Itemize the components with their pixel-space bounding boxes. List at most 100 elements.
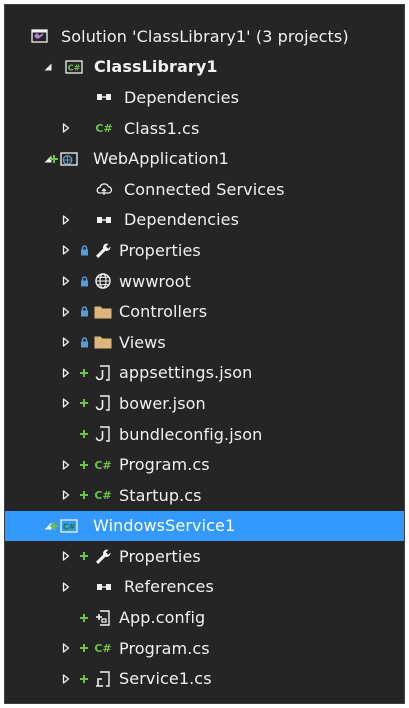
solution-tree: Solution 'ClassLibrary1' (3 projects) C#… <box>5 21 404 694</box>
tree-node-label: App.config <box>119 608 206 628</box>
pending-add-icon <box>76 602 92 633</box>
wrench-icon <box>93 541 113 572</box>
tree-node-label: appsettings.json <box>119 363 253 383</box>
config-file-icon <box>93 602 113 633</box>
tree-node-label: Properties <box>119 546 201 566</box>
tree-node[interactable]: C# ClassLibrary1 <box>5 52 404 83</box>
tree-expand-arrow-icon[interactable] <box>59 358 73 389</box>
svg-text:C#: C# <box>63 522 76 531</box>
tree-expand-arrow-icon[interactable] <box>59 449 73 480</box>
tree-node[interactable]: C# WindowsService1 <box>5 510 404 542</box>
tree-node-label: Views <box>119 332 166 352</box>
tree-node-label: Connected Services <box>124 179 285 199</box>
csharp-file-icon: C# <box>93 480 113 511</box>
json-file-icon <box>93 419 113 450</box>
tree-node[interactable]: Views <box>5 327 404 358</box>
folder-icon <box>93 327 113 358</box>
tree-node-label: Controllers <box>119 302 208 322</box>
tree-node[interactable]: C# Program.cs <box>5 449 404 480</box>
pending-add-icon <box>76 358 92 389</box>
tree-node-label: Program.cs <box>119 455 210 475</box>
tree-node-label: ClassLibrary1 <box>94 57 218 77</box>
class-library-project-icon: C# <box>64 52 84 83</box>
lock-icon <box>76 266 92 297</box>
tree-node[interactable]: Solution 'ClassLibrary1' (3 projects) <box>5 21 404 52</box>
tree-expand-arrow-icon[interactable] <box>59 572 73 603</box>
tree-node[interactable]: C# Program.cs <box>5 633 404 664</box>
tree-node[interactable]: Dependencies <box>5 205 404 236</box>
tree-node-label: Program.cs <box>119 638 210 658</box>
tree-node[interactable]: C# Startup.cs <box>5 480 404 511</box>
tree-node[interactable]: Controllers <box>5 296 404 327</box>
tree-node-label: Properties <box>119 240 201 260</box>
tree-node-label: wwwroot <box>119 271 192 291</box>
svg-text:C#: C# <box>94 642 111 655</box>
pending-add-icon <box>76 480 92 511</box>
lock-icon <box>76 296 92 327</box>
tree-node-label: Solution 'ClassLibrary1' (3 projects) <box>61 26 349 46</box>
tree-node[interactable]: Service1.cs <box>5 663 404 694</box>
wrench-icon <box>93 235 113 266</box>
pending-add-icon <box>76 388 92 419</box>
solution-icon <box>29 21 49 52</box>
tree-node[interactable]: Properties <box>5 235 404 266</box>
tree-node-label: Startup.cs <box>119 485 202 505</box>
tree-node[interactable]: wwwroot <box>5 266 404 297</box>
tree-expand-arrow-icon[interactable] <box>59 480 73 511</box>
globe-icon <box>93 266 113 297</box>
svg-text:C#: C# <box>68 63 81 72</box>
tree-node[interactable]: appsettings.json <box>5 358 404 389</box>
windows-service-project-icon: C# <box>59 511 79 542</box>
tree-node[interactable]: Dependencies <box>5 82 404 113</box>
folder-icon <box>93 296 113 327</box>
tree-node[interactable]: References <box>5 572 404 603</box>
tree-node-label: References <box>124 577 214 597</box>
pending-add-icon <box>76 449 92 480</box>
lock-icon <box>76 327 92 358</box>
tree-expand-arrow-icon[interactable] <box>59 541 73 572</box>
pending-add-icon <box>76 419 92 450</box>
tree-node[interactable]: bundleconfig.json <box>5 419 404 450</box>
connected-services-icon <box>94 174 114 205</box>
lock-icon <box>76 235 92 266</box>
tree-expand-arrow-icon[interactable] <box>59 235 73 266</box>
tree-expand-arrow-icon[interactable] <box>59 296 73 327</box>
tree-expand-arrow-icon[interactable] <box>59 266 73 297</box>
tree-node-label: WebApplication1 <box>93 149 229 169</box>
tree-node[interactable]: Connected Services <box>5 174 404 205</box>
pending-add-icon <box>76 663 92 694</box>
dependencies-icon <box>94 82 114 113</box>
dependencies-icon <box>94 205 114 236</box>
csharp-file-icon: C# <box>93 449 113 480</box>
tree-node[interactable]: bower.json <box>5 388 404 419</box>
web-project-icon <box>59 143 79 174</box>
pending-add-icon <box>76 541 92 572</box>
tree-node-label: WindowsService1 <box>93 516 236 536</box>
tree-expand-arrow-icon[interactable] <box>59 633 73 664</box>
csharp-file-icon: C# <box>94 113 114 144</box>
tree-node-label: Service1.cs <box>119 669 212 689</box>
tree-node-label: bower.json <box>119 393 206 413</box>
tree-node-label: Class1.cs <box>124 118 200 138</box>
json-file-icon <box>93 358 113 389</box>
service-file-icon <box>93 663 113 694</box>
tree-node-label: Dependencies <box>124 87 240 107</box>
tree-expand-arrow-icon[interactable] <box>59 327 73 358</box>
tree-expand-arrow-icon[interactable] <box>59 388 73 419</box>
tree-node[interactable]: WebApplication1 <box>5 143 404 174</box>
tree-node[interactable]: Properties <box>5 541 404 572</box>
tree-node[interactable]: App.config <box>5 602 404 633</box>
csharp-file-icon: C# <box>93 633 113 664</box>
tree-node[interactable]: C# Class1.cs <box>5 113 404 144</box>
tree-node-label: Dependencies <box>124 210 240 230</box>
tree-expand-arrow-icon[interactable] <box>59 205 73 236</box>
references-icon <box>94 572 114 603</box>
tree-collapse-arrow-icon[interactable] <box>41 52 55 83</box>
tree-expand-arrow-icon[interactable] <box>59 113 73 144</box>
tree-expand-arrow-icon[interactable] <box>59 663 73 694</box>
pending-add-icon <box>76 633 92 664</box>
tree-node-label: bundleconfig.json <box>119 424 263 444</box>
svg-text:C#: C# <box>94 459 111 472</box>
json-file-icon <box>93 388 113 419</box>
solution-explorer-panel: Solution 'ClassLibrary1' (3 projects) C#… <box>4 4 405 704</box>
